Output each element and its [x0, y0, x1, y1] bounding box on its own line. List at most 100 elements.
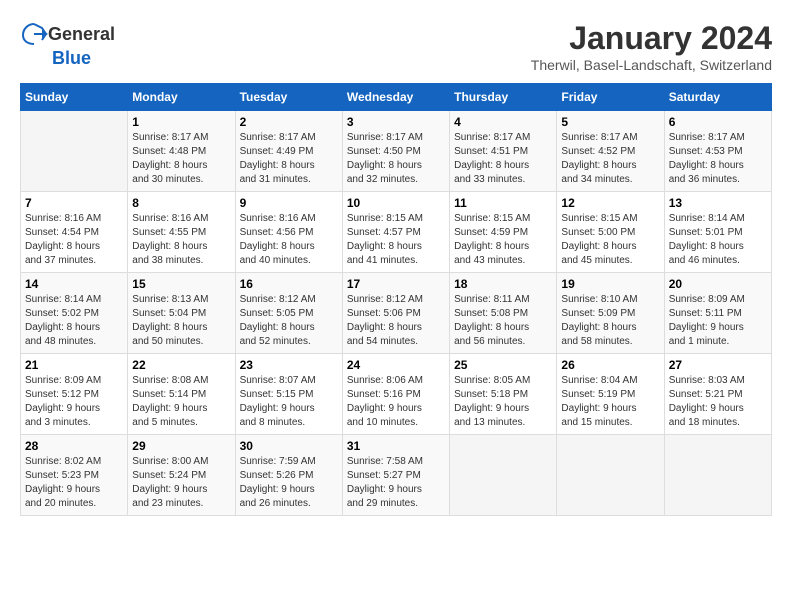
weekday-header-friday: Friday: [557, 84, 664, 111]
day-number: 1: [132, 115, 230, 129]
day-info: Sunrise: 8:12 AM Sunset: 5:05 PM Dayligh…: [240, 293, 338, 349]
day-info: Sunrise: 8:06 AM Sunset: 5:16 PM Dayligh…: [347, 374, 445, 430]
day-info: Sunrise: 8:16 AM Sunset: 4:55 PM Dayligh…: [132, 212, 230, 268]
day-number: 17: [347, 277, 445, 291]
day-number: 18: [454, 277, 552, 291]
day-number: 16: [240, 277, 338, 291]
day-number: 10: [347, 196, 445, 210]
title-section: January 2024 Therwil, Basel-Landschaft, …: [531, 20, 772, 73]
calendar-cell: 1 Sunrise: 8:17 AM Sunset: 4:48 PM Daylig…: [128, 111, 235, 192]
calendar-cell: 28 Sunrise: 8:02 AM Sunset: 5:23 PM Dayli…: [21, 435, 128, 516]
calendar-cell: 19 Sunrise: 8:10 AM Sunset: 5:09 PM Dayli…: [557, 273, 664, 354]
calendar-cell: 2 Sunrise: 8:17 AM Sunset: 4:49 PM Daylig…: [235, 111, 342, 192]
calendar-cell: 15Sunrise: 8:13 AM Sunset: 5:04 PM Dayli…: [128, 273, 235, 354]
calendar-cell: 13Sunrise: 8:14 AM Sunset: 5:01 PM Dayli…: [664, 192, 771, 273]
calendar-cell: 10Sunrise: 8:15 AM Sunset: 4:57 PM Dayli…: [342, 192, 449, 273]
calendar-cell: 22 Sunrise: 8:08 AM Sunset: 5:14 PM Dayli…: [128, 354, 235, 435]
calendar-cell: 11 Sunrise: 8:15 AM Sunset: 4:59 PM Dayli…: [450, 192, 557, 273]
day-info: Sunrise: 7:58 AM Sunset: 5:27 PM Dayligh…: [347, 455, 445, 511]
calendar-cell: 29Sunrise: 8:00 AM Sunset: 5:24 PM Dayli…: [128, 435, 235, 516]
calendar-cell: 18 Sunrise: 8:11 AM Sunset: 5:08 PM Dayli…: [450, 273, 557, 354]
calendar-cell: 30 Sunrise: 7:59 AM Sunset: 5:26 PM Dayli…: [235, 435, 342, 516]
day-info: Sunrise: 8:17 AM Sunset: 4:48 PM Dayligh…: [132, 131, 230, 187]
day-info: Sunrise: 8:09 AM Sunset: 5:12 PM Dayligh…: [25, 374, 123, 430]
weekday-header-tuesday: Tuesday: [235, 84, 342, 111]
day-number: 20: [669, 277, 767, 291]
day-info: Sunrise: 8:08 AM Sunset: 5:14 PM Dayligh…: [132, 374, 230, 430]
day-number: 26: [561, 358, 659, 372]
calendar-cell: 21 Sunrise: 8:09 AM Sunset: 5:12 PM Dayli…: [21, 354, 128, 435]
calendar-cell: [557, 435, 664, 516]
day-number: 21: [25, 358, 123, 372]
calendar-week-3: 14 Sunrise: 8:14 AM Sunset: 5:02 PM Dayli…: [21, 273, 772, 354]
logo-blue: Blue: [52, 48, 91, 69]
logo-icon: [20, 20, 48, 48]
calendar-week-1: 1 Sunrise: 8:17 AM Sunset: 4:48 PM Daylig…: [21, 111, 772, 192]
day-number: 25: [454, 358, 552, 372]
calendar-cell: 20 Sunrise: 8:09 AM Sunset: 5:11 PM Dayli…: [664, 273, 771, 354]
day-number: 12: [561, 196, 659, 210]
day-number: 2: [240, 115, 338, 129]
day-info: Sunrise: 8:17 AM Sunset: 4:49 PM Dayligh…: [240, 131, 338, 187]
day-number: 4: [454, 115, 552, 129]
day-info: Sunrise: 7:59 AM Sunset: 5:26 PM Dayligh…: [240, 455, 338, 511]
day-number: 3: [347, 115, 445, 129]
calendar-week-5: 28 Sunrise: 8:02 AM Sunset: 5:23 PM Dayli…: [21, 435, 772, 516]
day-info: Sunrise: 8:17 AM Sunset: 4:53 PM Dayligh…: [669, 131, 767, 187]
calendar-cell: 6 Sunrise: 8:17 AM Sunset: 4:53 PM Daylig…: [664, 111, 771, 192]
day-number: 6: [669, 115, 767, 129]
weekday-header-row: SundayMondayTuesdayWednesdayThursdayFrid…: [21, 84, 772, 111]
calendar-cell: 8 Sunrise: 8:16 AM Sunset: 4:55 PM Daylig…: [128, 192, 235, 273]
calendar-cell: 23 Sunrise: 8:07 AM Sunset: 5:15 PM Dayli…: [235, 354, 342, 435]
calendar-cell: 25 Sunrise: 8:05 AM Sunset: 5:18 PM Dayli…: [450, 354, 557, 435]
day-info: Sunrise: 8:07 AM Sunset: 5:15 PM Dayligh…: [240, 374, 338, 430]
calendar-cell: 12 Sunrise: 8:15 AM Sunset: 5:00 PM Dayli…: [557, 192, 664, 273]
calendar-cell: 31 Sunrise: 7:58 AM Sunset: 5:27 PM Dayli…: [342, 435, 449, 516]
weekday-header-wednesday: Wednesday: [342, 84, 449, 111]
day-info: Sunrise: 8:15 AM Sunset: 4:59 PM Dayligh…: [454, 212, 552, 268]
day-number: 24: [347, 358, 445, 372]
calendar-cell: [664, 435, 771, 516]
day-number: 22: [132, 358, 230, 372]
header: General Blue January 2024 Therwil, Basel…: [20, 20, 772, 73]
calendar-week-2: 7Sunrise: 8:16 AM Sunset: 4:54 PM Daylig…: [21, 192, 772, 273]
day-number: 8: [132, 196, 230, 210]
day-info: Sunrise: 8:04 AM Sunset: 5:19 PM Dayligh…: [561, 374, 659, 430]
day-number: 5: [561, 115, 659, 129]
day-info: Sunrise: 8:17 AM Sunset: 4:51 PM Dayligh…: [454, 131, 552, 187]
day-info: Sunrise: 8:17 AM Sunset: 4:50 PM Dayligh…: [347, 131, 445, 187]
logo: General Blue: [20, 20, 115, 69]
day-number: 28: [25, 439, 123, 453]
calendar-cell: 24 Sunrise: 8:06 AM Sunset: 5:16 PM Dayli…: [342, 354, 449, 435]
weekday-header-sunday: Sunday: [21, 84, 128, 111]
day-info: Sunrise: 8:11 AM Sunset: 5:08 PM Dayligh…: [454, 293, 552, 349]
day-number: 15: [132, 277, 230, 291]
calendar-cell: 17Sunrise: 8:12 AM Sunset: 5:06 PM Dayli…: [342, 273, 449, 354]
day-info: Sunrise: 8:10 AM Sunset: 5:09 PM Dayligh…: [561, 293, 659, 349]
day-number: 14: [25, 277, 123, 291]
day-number: 23: [240, 358, 338, 372]
day-info: Sunrise: 8:03 AM Sunset: 5:21 PM Dayligh…: [669, 374, 767, 430]
day-info: Sunrise: 8:15 AM Sunset: 5:00 PM Dayligh…: [561, 212, 659, 268]
day-number: 29: [132, 439, 230, 453]
day-number: 9: [240, 196, 338, 210]
calendar-cell: 27Sunrise: 8:03 AM Sunset: 5:21 PM Dayli…: [664, 354, 771, 435]
day-number: 13: [669, 196, 767, 210]
day-number: 7: [25, 196, 123, 210]
calendar-cell: 14 Sunrise: 8:14 AM Sunset: 5:02 PM Dayli…: [21, 273, 128, 354]
logo-general: General: [48, 24, 115, 45]
weekday-header-monday: Monday: [128, 84, 235, 111]
day-info: Sunrise: 8:14 AM Sunset: 5:02 PM Dayligh…: [25, 293, 123, 349]
calendar-cell: 7Sunrise: 8:16 AM Sunset: 4:54 PM Daylig…: [21, 192, 128, 273]
day-info: Sunrise: 8:17 AM Sunset: 4:52 PM Dayligh…: [561, 131, 659, 187]
day-number: 19: [561, 277, 659, 291]
day-info: Sunrise: 8:05 AM Sunset: 5:18 PM Dayligh…: [454, 374, 552, 430]
day-number: 31: [347, 439, 445, 453]
calendar-cell: [21, 111, 128, 192]
calendar-cell: 16 Sunrise: 8:12 AM Sunset: 5:05 PM Dayli…: [235, 273, 342, 354]
day-number: 11: [454, 196, 552, 210]
day-info: Sunrise: 8:09 AM Sunset: 5:11 PM Dayligh…: [669, 293, 767, 349]
calendar-table: SundayMondayTuesdayWednesdayThursdayFrid…: [20, 83, 772, 516]
day-number: 30: [240, 439, 338, 453]
day-info: Sunrise: 8:02 AM Sunset: 5:23 PM Dayligh…: [25, 455, 123, 511]
